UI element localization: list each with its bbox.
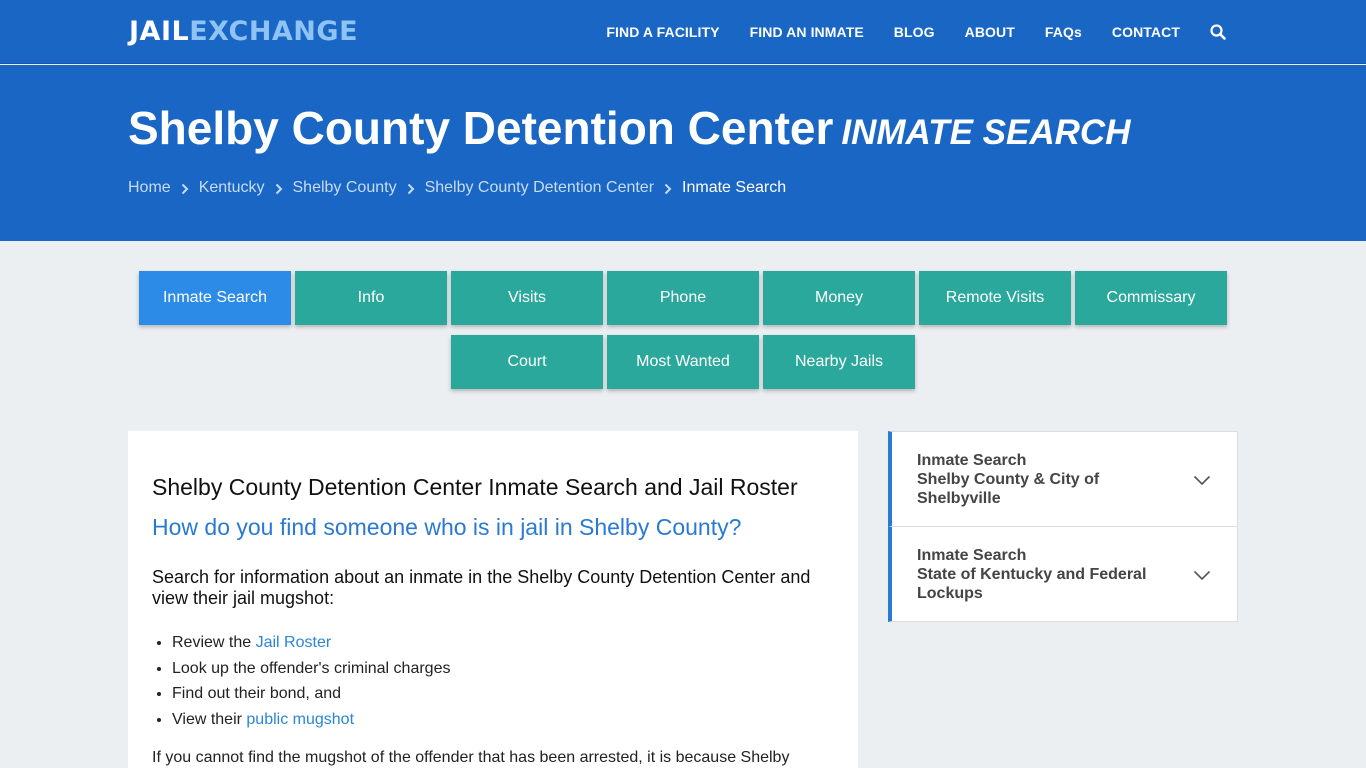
content-paragraph: If you cannot find the mugshot of the of… bbox=[152, 749, 790, 766]
page-title-subtitle: INMATE SEARCH bbox=[841, 113, 1131, 152]
tab-court[interactable]: Court bbox=[451, 335, 603, 389]
tab-phone[interactable]: Phone bbox=[607, 271, 759, 325]
search-icon[interactable] bbox=[1210, 24, 1226, 40]
chevron-down-icon[interactable] bbox=[1193, 568, 1211, 581]
nav-blog[interactable]: BLOG bbox=[894, 24, 935, 40]
tab-visits[interactable]: Visits bbox=[451, 271, 603, 325]
page-hero: Shelby County Detention Center INMATE SEA… bbox=[0, 65, 1366, 241]
info-list: Review the Jail Roster Look up the offen… bbox=[172, 630, 450, 732]
chevron-right-icon bbox=[664, 182, 672, 195]
sidebar-accordion: Inmate Search Shelby County & City of Sh… bbox=[888, 431, 1238, 622]
breadcrumb-detention-center[interactable]: Shelby County Detention Center bbox=[425, 179, 654, 197]
accordion-label-line1: Inmate Search bbox=[917, 452, 1027, 469]
tab-commissary[interactable]: Commissary bbox=[1075, 271, 1227, 325]
logo-part-exchange: EXCHANGE bbox=[189, 16, 359, 47]
accordion-item-kentucky-federal[interactable]: Inmate Search State of Kentucky and Fede… bbox=[888, 527, 1238, 622]
list-item: View their public mugshot bbox=[172, 707, 450, 733]
list-item: Find out their bond, and bbox=[172, 681, 450, 707]
top-navbar: JAILEXCHANGE FIND A FACILITY FIND AN INM… bbox=[0, 0, 1366, 64]
nav-contact[interactable]: CONTACT bbox=[1112, 24, 1180, 40]
main-content-card: Shelby County Detention Center Inmate Se… bbox=[128, 431, 858, 768]
page-title-main: Shelby County Detention Center bbox=[128, 102, 834, 154]
breadcrumb-home[interactable]: Home bbox=[128, 179, 171, 197]
list-item: Look up the offender's criminal charges bbox=[172, 656, 450, 682]
accordion-label-line2: Shelby County & City of Shelbyville bbox=[917, 471, 1100, 507]
tab-nearby-jails[interactable]: Nearby Jails bbox=[763, 335, 915, 389]
breadcrumb-kentucky[interactable]: Kentucky bbox=[199, 179, 265, 197]
tab-remote-visits[interactable]: Remote Visits bbox=[919, 271, 1071, 325]
list-item-text: View their bbox=[172, 710, 247, 728]
nav-find-inmate[interactable]: FIND AN INMATE bbox=[750, 24, 864, 40]
content-lead: Search for information about an inmate i… bbox=[152, 567, 811, 608]
tab-money[interactable]: Money bbox=[763, 271, 915, 325]
tab-inmate-search[interactable]: Inmate Search bbox=[139, 271, 291, 325]
site-logo[interactable]: JAILEXCHANGE bbox=[129, 15, 358, 49]
accordion-label: Inmate Search State of Kentucky and Fede… bbox=[892, 527, 1237, 621]
breadcrumb-current: Inmate Search bbox=[682, 179, 787, 196]
nav-faqs[interactable]: FAQs bbox=[1045, 24, 1082, 40]
accordion-label: Inmate Search Shelby County & City of Sh… bbox=[892, 432, 1237, 526]
public-mugshot-link[interactable]: public mugshot bbox=[246, 711, 354, 728]
chevron-right-icon bbox=[181, 182, 189, 195]
chevron-right-icon bbox=[275, 182, 283, 195]
tab-info[interactable]: Info bbox=[295, 271, 447, 325]
accordion-item-shelby-county[interactable]: Inmate Search Shelby County & City of Sh… bbox=[888, 431, 1238, 527]
accordion-label-line2: State of Kentucky and Federal Lockups bbox=[917, 566, 1147, 602]
accordion-label-line1: Inmate Search bbox=[917, 547, 1027, 564]
breadcrumb: Home Kentucky Shelby County Shelby Count… bbox=[128, 179, 786, 197]
tab-most-wanted[interactable]: Most Wanted bbox=[607, 335, 759, 389]
content-heading: Shelby County Detention Center Inmate Se… bbox=[152, 474, 798, 500]
breadcrumb-shelby-county[interactable]: Shelby County bbox=[293, 179, 397, 197]
list-item-text: Review the bbox=[172, 634, 256, 651]
content-question: How do you find someone who is in jail i… bbox=[152, 514, 742, 540]
jail-roster-link[interactable]: Jail Roster bbox=[256, 634, 332, 651]
main-nav: FIND A FACILITY FIND AN INMATE BLOG ABOU… bbox=[576, 0, 1226, 64]
chevron-right-icon bbox=[407, 182, 415, 195]
page-title: Shelby County Detention Center INMATE SEA… bbox=[128, 101, 1130, 160]
nav-about[interactable]: ABOUT bbox=[965, 24, 1015, 40]
list-item-text: Find out their bond, and bbox=[172, 685, 342, 702]
nav-find-facility[interactable]: FIND A FACILITY bbox=[606, 24, 719, 40]
list-item: Review the Jail Roster bbox=[172, 630, 450, 656]
chevron-down-icon[interactable] bbox=[1193, 473, 1211, 486]
list-item-text: Look up the offender's criminal charges bbox=[172, 659, 451, 677]
logo-part-jail: JAIL bbox=[129, 16, 190, 47]
